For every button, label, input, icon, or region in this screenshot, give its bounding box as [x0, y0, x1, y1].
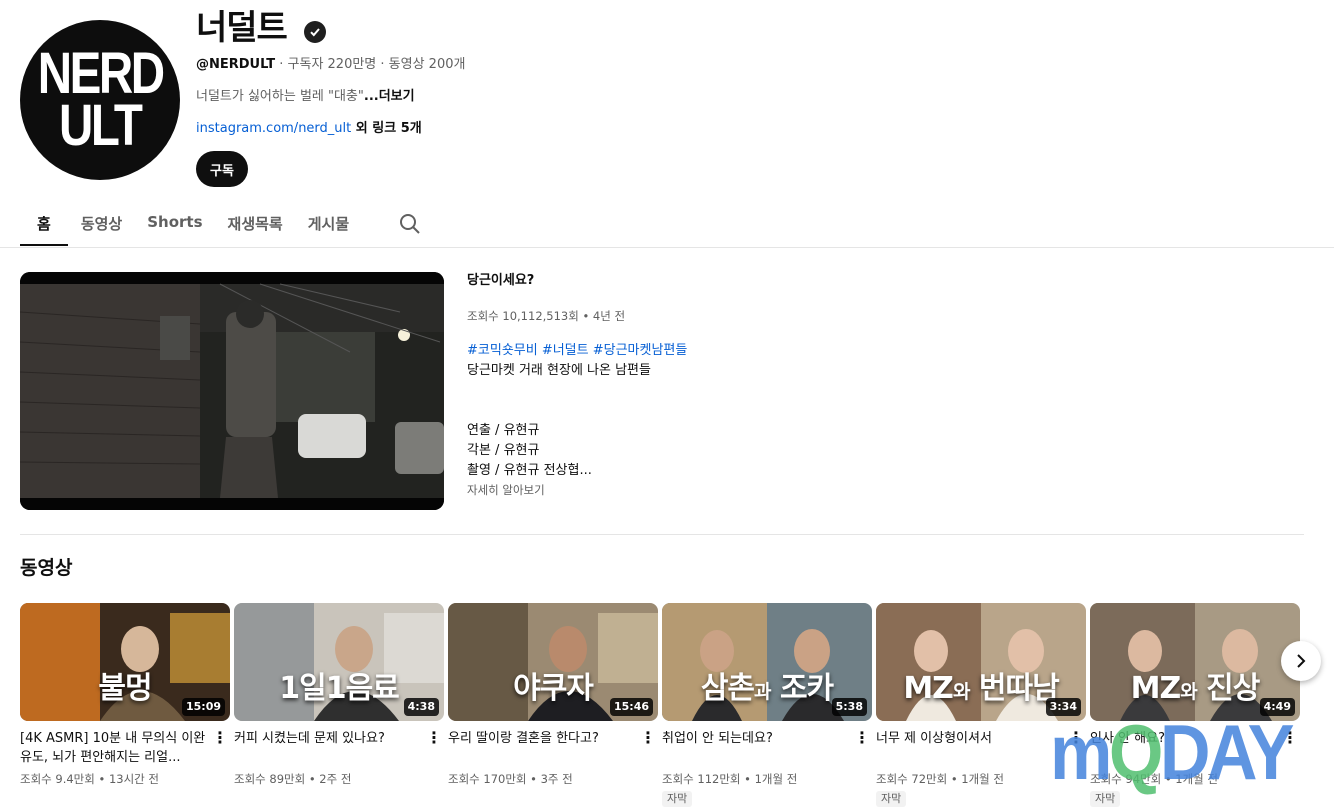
tab-playlists[interactable]: 재생목록	[216, 200, 295, 246]
video-duration: 5:38	[831, 698, 867, 716]
video-card[interactable]: 야쿠자 15:46 ⋮ 우리 딸이랑 결혼을 한다고? 조회수 170만회 • …	[448, 603, 658, 787]
video-thumbnail[interactable]: 삼촌과 조카 5:38	[662, 603, 872, 721]
channel-meta: @NERDULT · 구독자 220만명 · 동영상 200개	[196, 56, 465, 74]
channel-description[interactable]: 너덜트가 싫어하는 벌레 "대충"...더보기	[196, 88, 415, 106]
description-text: 너덜트가 싫어하는 벌레 "대충"	[196, 89, 364, 104]
more-vert-icon[interactable]: ⋮	[854, 728, 870, 748]
tab-posts[interactable]: 게시물	[296, 200, 361, 246]
video-thumbnail[interactable]: MZ와 번따남 3:34	[876, 603, 1086, 721]
section-divider	[20, 534, 1304, 535]
caption-badge: 자막	[876, 791, 907, 807]
video-title[interactable]: 우리 딸이랑 결혼을 한다고?	[448, 729, 658, 767]
featured-read-more-link[interactable]: 자세히 알아보기	[467, 482, 545, 498]
avatar-logo-line-2: ULT	[59, 93, 143, 158]
video-thumbnail[interactable]: MZ와 진상 4:49	[1090, 603, 1300, 721]
featured-credit: 촬영 / 유현규 전상협...	[467, 463, 592, 478]
featured-video-title[interactable]: 당근이세요?	[467, 272, 534, 290]
chevron-right-icon	[1297, 654, 1306, 668]
featured-subtitle: 당근마켓 거래 현장에 나온 남편들	[467, 363, 651, 378]
video-duration: 15:46	[609, 698, 653, 716]
tab-home[interactable]: 홈	[20, 200, 68, 246]
video-card[interactable]: 불멍 15:09 ⋮ [4K ASMR] 10분 내 무의식 이완 유도, 뇌가…	[20, 603, 230, 787]
video-card[interactable]: 삼촌과 조카 5:38 ⋮ 취업이 안 되는데요? 조회수 112만회 • 1개…	[662, 603, 872, 807]
video-duration: 4:38	[403, 698, 439, 716]
video-stats: 조회수 112만회 • 1개월 전	[662, 772, 798, 786]
video-thumbnail[interactable]: 불멍 15:09	[20, 603, 230, 721]
channel-handle: @NERDULT	[196, 57, 276, 72]
video-stats: 조회수 89만회 • 2주 전	[234, 772, 352, 786]
more-vert-icon[interactable]: ⋮	[426, 728, 442, 748]
channel-avatar[interactable]: NERD ULT	[20, 20, 180, 180]
video-thumbnail[interactable]: 야쿠자 15:46	[448, 603, 658, 721]
more-vert-icon[interactable]: ⋮	[640, 728, 656, 748]
video-stats: 조회수 9.4만회 • 13시간 전	[20, 772, 159, 786]
video-card[interactable]: 1일1음료 4:38 ⋮ 커피 시켰는데 문제 있나요? 조회수 89만회 • …	[234, 603, 444, 787]
featured-credit: 각본 / 유현규	[467, 443, 540, 458]
channel-stats: · 구독자 220만명 · 동영상 200개	[275, 57, 466, 72]
search-icon[interactable]	[398, 212, 422, 236]
more-vert-icon[interactable]: ⋮	[212, 728, 228, 748]
tabs-divider	[0, 247, 1334, 248]
video-stats: 조회수 170만회 • 3주 전	[448, 772, 573, 786]
featured-hashtags[interactable]: #코믹숏무비 #너덜트 #당근마켓남편들	[467, 342, 687, 360]
video-thumbnail[interactable]: 1일1음료 4:38	[234, 603, 444, 721]
channel-tabs: 홈 동영상 Shorts 재생목록 게시물	[20, 200, 362, 246]
instagram-link[interactable]: instagram.com/nerd_ult	[196, 121, 351, 136]
mqday-watermark: mQDAY	[1050, 708, 1294, 796]
featured-video-player[interactable]	[20, 272, 444, 510]
video-title[interactable]: [4K ASMR] 10분 내 무의식 이완 유도, 뇌가 편안해지는 리얼..…	[20, 729, 230, 767]
channel-links: instagram.com/nerd_ult 외 링크 5개	[196, 120, 422, 138]
featured-credit: 연출 / 유현규	[467, 423, 540, 438]
channel-name: 너덜트	[196, 8, 288, 48]
tab-videos[interactable]: 동영상	[69, 200, 134, 246]
shelf-next-button[interactable]	[1281, 641, 1321, 681]
caption-badge: 자막	[662, 791, 693, 807]
more-links-button[interactable]: 외 링크 5개	[351, 121, 422, 136]
subscribe-button[interactable]: 구독	[196, 151, 248, 187]
tab-shorts[interactable]: Shorts	[135, 200, 214, 246]
shelf-title[interactable]: 동영상	[20, 555, 72, 581]
verified-icon	[304, 21, 326, 43]
video-duration: 15:09	[181, 698, 225, 716]
description-more-link[interactable]: ...더보기	[364, 89, 415, 104]
video-title[interactable]: 취업이 안 되는데요?	[662, 729, 872, 767]
video-title[interactable]: 커피 시켰는데 문제 있나요?	[234, 729, 444, 767]
featured-video-stats: 조회수 10,112,513회 • 4년 전	[467, 309, 626, 323]
